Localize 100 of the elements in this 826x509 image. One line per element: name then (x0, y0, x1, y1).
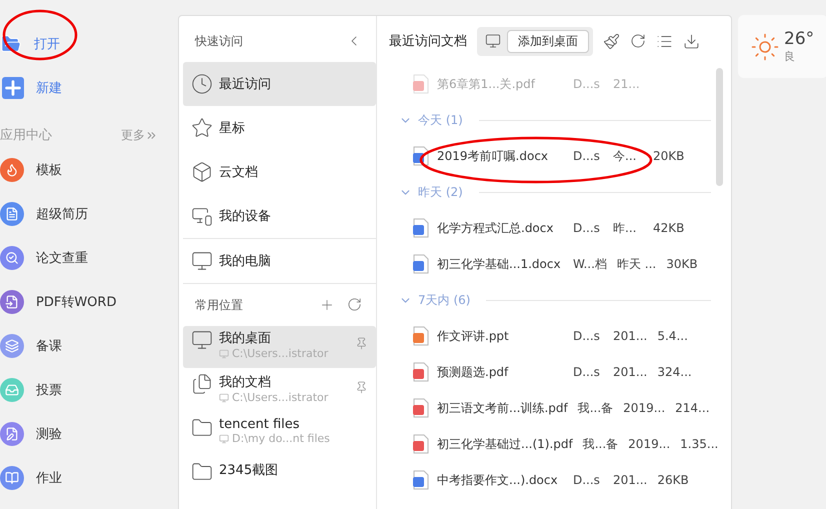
cube-icon (191, 161, 213, 183)
folder-icon (191, 417, 213, 439)
file-icon (413, 470, 429, 490)
file-icon (413, 218, 429, 238)
app-label[interactable]: 论文查重 (36, 249, 88, 267)
monitor-icon (219, 392, 229, 402)
nav-item[interactable]: 我的电脑 (183, 239, 376, 283)
pin-icon[interactable] (355, 337, 368, 350)
location-name[interactable]: tencent files (219, 417, 368, 432)
file-size: 20KB (653, 149, 684, 163)
file-name[interactable]: 化学方程式汇总.docx (437, 220, 563, 236)
monitor-icon[interactable] (485, 33, 501, 49)
monitor-icon (219, 348, 229, 358)
file-time: 昨... (613, 220, 638, 236)
location-path: D:\my do...nt files (232, 432, 330, 445)
app-icon[interactable] (0, 158, 24, 182)
app-icon[interactable] (0, 378, 24, 402)
temperature: 26° (784, 29, 814, 49)
file-name[interactable]: 预测题选.pdf (437, 364, 563, 380)
app-icon[interactable] (0, 246, 24, 270)
file-location: 我...备 (582, 436, 618, 452)
app-label[interactable]: 备课 (36, 337, 62, 355)
file-name[interactable]: 中考指要作文...).docx (437, 472, 563, 488)
nav-item[interactable]: 云文档 (183, 150, 376, 194)
download-icon[interactable] (683, 32, 700, 50)
folder-icon (191, 461, 213, 483)
location-item-background[interactable]: 我的文档 C:\Users...istrator (183, 370, 376, 412)
refresh-icon[interactable] (630, 33, 646, 49)
brush-icon[interactable] (603, 32, 620, 50)
app-label[interactable]: PDF转WORD (36, 293, 116, 311)
file-time: 2019... (623, 401, 666, 415)
app-icon[interactable] (0, 290, 24, 314)
add-to-desktop-button[interactable]: 添加到桌面 (507, 30, 589, 52)
file-time: 21... (613, 77, 641, 91)
plus-icon[interactable] (2, 77, 24, 99)
file-name[interactable]: 初三化学基础过...(1).pdf (437, 436, 573, 452)
file-name[interactable]: 作文评讲.ppt (437, 328, 563, 344)
file-location: D...s (573, 149, 601, 163)
file-location: D...s (573, 365, 601, 379)
panel-title: 最近访问文档 (389, 33, 467, 50)
nav-item[interactable]: 最近访问 (183, 62, 376, 106)
file-time: 201... (613, 473, 648, 487)
file-icon (413, 362, 429, 382)
documents-icon (191, 373, 213, 395)
clock-icon (191, 73, 213, 95)
nav-item[interactable]: 我的设备 (183, 194, 376, 238)
file-size: 30KB (666, 257, 698, 271)
monitor-icon (191, 329, 213, 351)
file-size: 214... (675, 401, 710, 415)
file-icon (413, 74, 429, 94)
nav-item[interactable]: 星标 (183, 106, 376, 150)
app-label[interactable]: 模板 (36, 161, 62, 179)
location-name[interactable]: 我的桌面 (219, 329, 349, 347)
location-item-background[interactable]: tencent files D:\my do...nt files (183, 414, 376, 456)
sun-icon (750, 32, 780, 62)
app-icon[interactable] (0, 466, 24, 490)
file-size: 26KB (657, 473, 689, 487)
file-size: 5.4... (657, 329, 688, 343)
scrollbar[interactable] (716, 68, 723, 186)
file-time: 201... (613, 365, 648, 379)
app-label[interactable]: 测验 (36, 425, 62, 443)
app-label[interactable]: 投票 (36, 381, 62, 399)
file-icon (413, 326, 429, 346)
file-location: D...s (573, 77, 601, 91)
devices-icon (191, 205, 213, 227)
location-item-background[interactable]: 我的桌面 C:\Users...istrator (183, 326, 376, 368)
app-label[interactable]: 超级简历 (36, 205, 88, 223)
file-time: 2019... (628, 437, 670, 451)
file-name[interactable]: 初三语文考前...训练.pdf (437, 400, 568, 416)
air-quality: 良 (784, 49, 796, 64)
refresh-icon[interactable] (347, 297, 362, 312)
section-title: 应用中心 (0, 127, 52, 144)
section-title: 快速访问 (195, 32, 243, 50)
app-icon[interactable] (0, 334, 24, 358)
file-size: 1.35... (680, 437, 718, 451)
star-icon (191, 117, 213, 139)
file-location: D...s (573, 329, 601, 343)
monitor-icon (219, 434, 229, 444)
action-link[interactable]: 新建 (36, 79, 62, 97)
file-time: 201... (613, 329, 648, 343)
location-item-background[interactable]: 2345截图 (183, 458, 376, 500)
location-name[interactable]: 2345截图 (219, 461, 368, 479)
file-location: W...档 (573, 256, 607, 272)
app-label[interactable]: 作业 (36, 469, 62, 487)
file-time: 今... (613, 148, 638, 164)
file-name[interactable]: 初三化学基础...1.docx (437, 256, 563, 272)
file-location: D...s (573, 473, 601, 487)
file-name[interactable]: 2019考前叮嘱.docx (437, 148, 563, 164)
location-path: C:\Users...istrator (232, 391, 328, 404)
file-location: 我...备 (578, 400, 614, 416)
app-icon[interactable] (0, 422, 24, 446)
location-name[interactable]: 我的文档 (219, 373, 349, 391)
add-icon[interactable] (319, 297, 335, 313)
file-size: 324... (657, 365, 692, 379)
file-icon (413, 398, 429, 418)
location-path: C:\Users...istrator (232, 347, 328, 360)
computer-icon (191, 250, 213, 272)
pin-icon[interactable] (355, 381, 368, 394)
app-icon[interactable] (0, 202, 24, 226)
file-location: D...s (573, 221, 601, 235)
